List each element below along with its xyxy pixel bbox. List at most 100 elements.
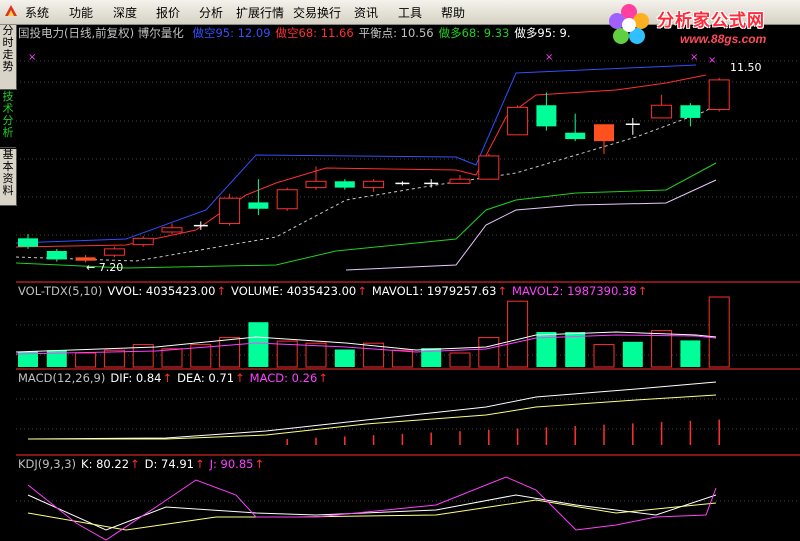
volume-bar bbox=[478, 337, 500, 368]
vol-value-1: VVOL: 4035423.00 bbox=[107, 284, 216, 298]
stock-title: 国投电力(日线,前复权) 博尔量化 bbox=[18, 26, 184, 40]
menu-system[interactable]: 系统 bbox=[25, 4, 49, 21]
up-arrow-icon: ↑ bbox=[254, 457, 265, 471]
tab-fundamentals[interactable]: 基本资料 bbox=[0, 149, 17, 206]
candle-body bbox=[132, 237, 154, 246]
volume-bar bbox=[305, 342, 327, 368]
up-arrow-icon: ↑ bbox=[216, 284, 227, 298]
candle-body bbox=[248, 202, 269, 209]
menu-help[interactable]: 帮助 bbox=[441, 4, 465, 21]
main-value-2: 平衡点: 10.56 bbox=[358, 26, 434, 40]
candle-body bbox=[478, 155, 500, 180]
candle-body bbox=[565, 132, 586, 140]
up-arrow-icon: ↑ bbox=[235, 371, 245, 385]
up-arrow-icon: ↑ bbox=[497, 284, 508, 298]
main-value-4: 做多95: 9. bbox=[514, 26, 571, 40]
candle-body bbox=[103, 248, 125, 256]
menu-analysis[interactable]: 分析 bbox=[199, 4, 223, 21]
tab-intraday[interactable]: 分时走势 bbox=[0, 25, 17, 90]
kdj-pane-header: KDJ(9,3,3) K: 80.22↑ D: 74.91↑ J: 90.85↑ bbox=[18, 457, 269, 471]
candle-body bbox=[305, 180, 327, 189]
menu-function[interactable]: 功能 bbox=[69, 4, 93, 21]
candle-body bbox=[363, 180, 385, 189]
volume-bar bbox=[708, 296, 730, 368]
candle-body bbox=[161, 227, 183, 233]
up-arrow-icon: ↑ bbox=[130, 457, 140, 471]
candle-body bbox=[651, 104, 673, 119]
macd-value-3: MACD: 0.26 bbox=[249, 371, 318, 385]
macd-value-2: DEA: 0.71 bbox=[177, 371, 235, 385]
candle-body bbox=[507, 106, 529, 136]
main-pane-header: 国投电力(日线,前复权) 博尔量化 做空95: 12.09 做空68: 11.66… bbox=[18, 25, 581, 41]
candle-body bbox=[708, 79, 730, 110]
tab-technical-label: 技术分析 bbox=[2, 90, 14, 139]
macd-value-1: DIF: 0.84 bbox=[110, 371, 162, 385]
low-price-label: ← 7.20 bbox=[86, 261, 124, 274]
menu-extended-quotes[interactable]: 扩展行情 bbox=[236, 4, 284, 21]
up-arrow-icon: ↑ bbox=[357, 284, 367, 298]
volume-bar bbox=[219, 337, 241, 368]
j-line bbox=[27, 476, 717, 541]
up-arrow-icon: ↑ bbox=[318, 371, 328, 385]
menu-trade-switch[interactable]: 交易换行 bbox=[293, 4, 341, 21]
cross-marker: × bbox=[28, 52, 36, 63]
menu-info[interactable]: 资讯 bbox=[354, 4, 378, 21]
main-value-3: 做多68: 9.33 bbox=[438, 26, 510, 40]
volume-bar bbox=[593, 344, 615, 368]
candle-body bbox=[680, 105, 701, 118]
volume-bar bbox=[161, 348, 183, 368]
main-indicator-values: 做空95: 12.09 做空68: 11.66 平衡点: 10.56 做多68: 9.… bbox=[192, 26, 575, 40]
volume-bar bbox=[103, 349, 125, 368]
kdj-value-1: K: 80.22 bbox=[81, 457, 130, 471]
candle-body bbox=[276, 189, 298, 210]
kdj-value-2: D: 74.91 bbox=[144, 457, 194, 471]
low-price-value: 7.20 bbox=[98, 261, 124, 274]
candle-body bbox=[18, 238, 38, 247]
up-arrow-icon: ↑ bbox=[162, 371, 173, 385]
vol-value-3: MAVOL1: 1979257.63 bbox=[371, 284, 497, 298]
up-arrow-icon: ↑ bbox=[194, 457, 205, 471]
volume-bar bbox=[334, 349, 355, 367]
main-value-1: 做空68: 11.66 bbox=[275, 26, 354, 40]
volume-bar bbox=[248, 322, 269, 367]
volume-bar bbox=[507, 300, 529, 368]
main-value-0: 做空95: 12.09 bbox=[192, 26, 271, 40]
vol-value-2: VOLUME: 4035423.00 bbox=[231, 284, 357, 298]
candle-body bbox=[536, 105, 557, 127]
tab-technical-analysis[interactable]: 技术分析 bbox=[0, 91, 16, 148]
tab-fundamentals-label: 基本资料 bbox=[2, 148, 14, 197]
short68-line bbox=[16, 74, 707, 248]
candle-body bbox=[449, 178, 471, 184]
kdj-value-3: J: 90.85 bbox=[209, 457, 254, 471]
kdj-value-0: KDJ(9,3,3) bbox=[18, 457, 77, 471]
volume-bar bbox=[75, 352, 97, 368]
volume-bar bbox=[680, 340, 701, 367]
long95-line bbox=[345, 179, 717, 271]
app-logo-icon bbox=[5, 5, 17, 16]
menu-tools[interactable]: 工具 bbox=[398, 4, 422, 21]
macd-pane-header: MACD(12,26,9) DIF: 0.84↑ DEA: 0.71↑ MACD: 0… bbox=[18, 371, 333, 385]
cross-marker: × bbox=[690, 52, 698, 63]
vol-value-4: MAVOL2: 1987390.38 bbox=[512, 284, 637, 298]
up-arrow-icon: ↑ bbox=[637, 284, 648, 298]
side-tabs: 分时走势 技术分析 基本资料 bbox=[0, 25, 17, 541]
volume-bar bbox=[449, 352, 471, 368]
candle-body bbox=[46, 250, 67, 260]
candle-body bbox=[594, 124, 614, 142]
tab-intraday-label: 分时走势 bbox=[2, 24, 14, 73]
chart-area[interactable]: × × × × 国投电力(日线,前复权) 博尔量化 做空95: 12.09 做空68: … bbox=[16, 25, 800, 541]
menu-quote[interactable]: 报价 bbox=[156, 4, 180, 21]
volume-bar bbox=[391, 349, 413, 368]
volume-pane-header: VOL-TDX(5,10) VVOL: 4035423.00↑ VOLUME: 40… bbox=[18, 284, 652, 298]
dea-line bbox=[28, 394, 717, 440]
high-price-label: 11.50 bbox=[730, 61, 762, 74]
menu-depth[interactable]: 深度 bbox=[113, 4, 137, 21]
volume-bar bbox=[622, 341, 643, 367]
candle-body bbox=[219, 197, 241, 225]
macd-value-0: MACD(12,26,9) bbox=[18, 371, 106, 385]
vol-value-0: VOL-TDX(5,10) bbox=[18, 284, 103, 298]
cross-marker: × bbox=[708, 55, 716, 66]
candle-body bbox=[334, 181, 355, 188]
dif-line bbox=[27, 381, 717, 440]
cross-marker: × bbox=[545, 52, 553, 63]
